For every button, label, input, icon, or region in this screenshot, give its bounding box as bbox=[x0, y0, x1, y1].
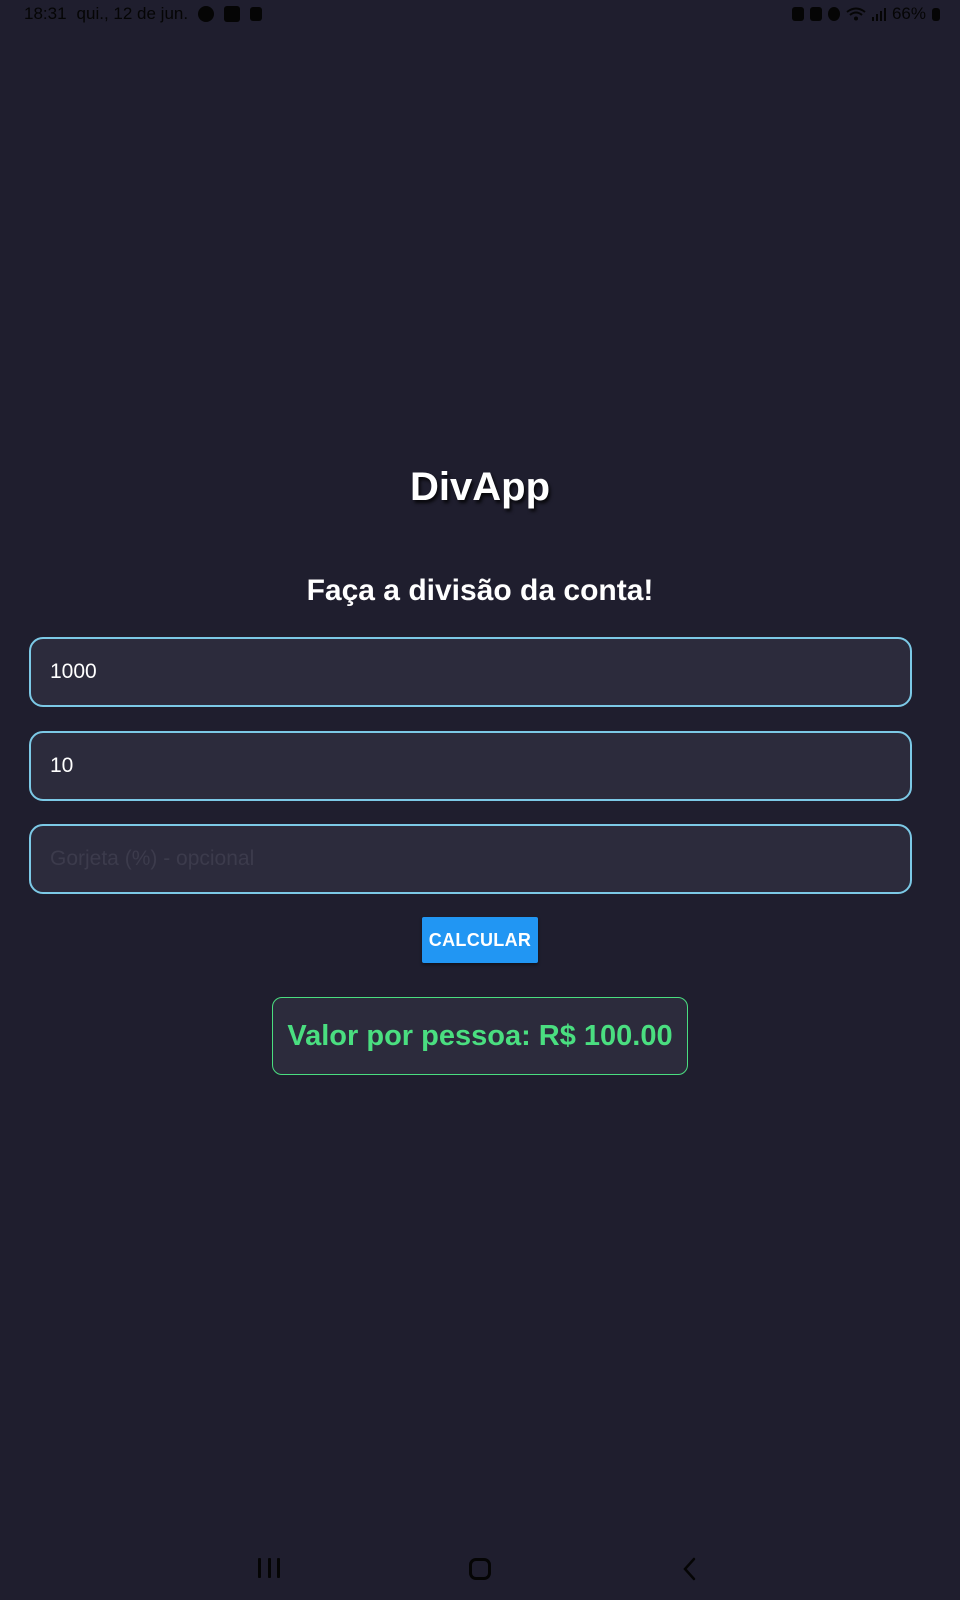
back-icon[interactable] bbox=[680, 1557, 702, 1581]
result-text: Valor por pessoa: R$ 100.00 bbox=[287, 1019, 673, 1052]
status-bar: 18:31 qui., 12 de jun. 66% bbox=[0, 0, 960, 30]
a-circle-icon bbox=[198, 6, 215, 22]
do-not-disturb-icon bbox=[827, 7, 840, 21]
recents-icon[interactable] bbox=[258, 1558, 280, 1580]
calculate-button[interactable]: CALCULAR bbox=[422, 917, 538, 963]
home-icon[interactable] bbox=[469, 1558, 491, 1580]
people-count-input[interactable] bbox=[29, 731, 912, 801]
image-icon bbox=[224, 6, 241, 22]
wifi-icon bbox=[846, 7, 866, 21]
calendar-icon bbox=[250, 7, 263, 21]
mute-icon bbox=[809, 7, 822, 21]
app-screen: 18:31 qui., 12 de jun. 66% DivApp Faça a… bbox=[0, 0, 960, 1600]
system-nav-bar bbox=[0, 1540, 960, 1600]
page-subtitle: Faça a divisão da conta! bbox=[306, 574, 654, 607]
result-box: Valor por pessoa: R$ 100.00 bbox=[272, 997, 688, 1075]
status-bar-right: 66% bbox=[791, 4, 940, 24]
status-date: qui., 12 de jun. bbox=[76, 4, 189, 23]
status-bar-left: 18:31 qui., 12 de jun. bbox=[24, 4, 263, 24]
battery-percent: 66% bbox=[891, 4, 926, 23]
signal-icon bbox=[871, 7, 886, 21]
app-title: DivApp bbox=[410, 465, 550, 509]
status-time: 18:31 bbox=[24, 4, 67, 23]
bill-total-input[interactable] bbox=[29, 637, 912, 707]
tip-percent-input[interactable] bbox=[29, 824, 912, 894]
alarm-icon bbox=[791, 7, 804, 21]
battery-icon bbox=[932, 7, 940, 21]
